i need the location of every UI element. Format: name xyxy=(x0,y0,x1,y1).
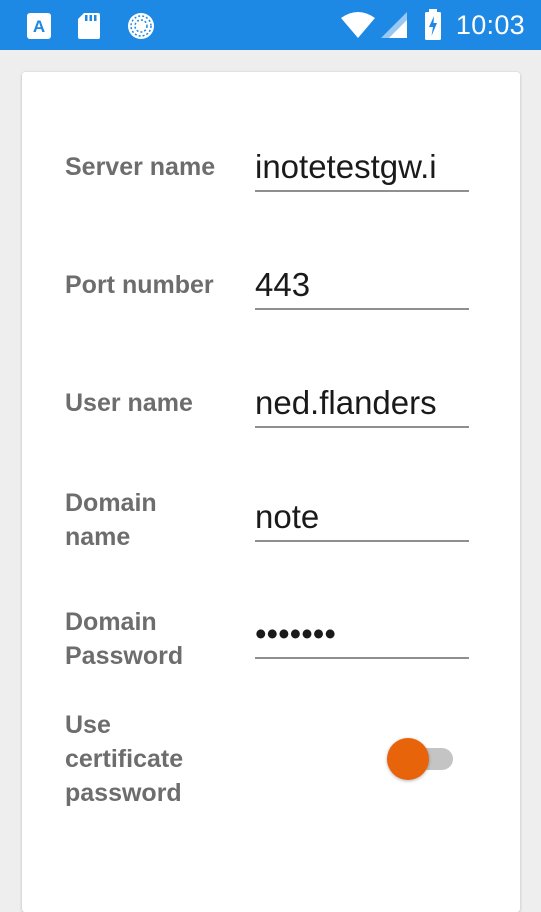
domain-password-field[interactable]: ••••••• xyxy=(255,611,469,659)
use-certificate-password-label: Use certificate password xyxy=(65,711,184,807)
port-number-field[interactable]: 443 xyxy=(255,262,469,310)
battery-charging-icon xyxy=(424,9,441,40)
status-time: 10:03 xyxy=(455,9,525,40)
server-name-field[interactable]: inotetestgw.i xyxy=(255,144,469,192)
user-name-field[interactable]: ned.flanders xyxy=(255,380,469,428)
wifi-icon xyxy=(340,12,375,38)
domain-password-label: Domain Password xyxy=(65,608,184,670)
use-certificate-password-toggle[interactable] xyxy=(387,736,455,782)
svg-text:A: A xyxy=(33,17,45,36)
domain-name-label: Domain name xyxy=(65,489,157,551)
status-bar: A 10:03 xyxy=(0,0,541,50)
server-name-label: Server name xyxy=(65,153,216,181)
cell-signal-icon xyxy=(380,12,407,38)
port-number-label: Port number xyxy=(65,271,214,299)
domain-name-field[interactable]: note xyxy=(255,494,469,542)
user-name-label: User name xyxy=(65,389,193,417)
text-a-icon: A xyxy=(27,13,51,39)
toggle-thumb xyxy=(387,738,429,780)
system-icons: 10:03 xyxy=(340,8,525,42)
notification-icons: A xyxy=(26,12,156,40)
sync-circle-icon xyxy=(128,13,154,39)
sd-card-icon xyxy=(78,13,100,39)
settings-card: Server name inotetestgw.i Port number 44… xyxy=(22,72,520,912)
